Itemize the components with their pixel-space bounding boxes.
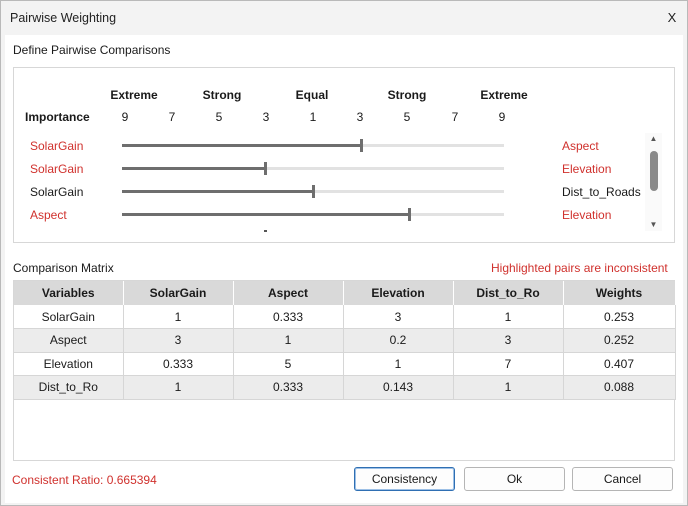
scale-label-equal: Equal — [295, 88, 329, 102]
table-cell[interactable]: SolarGain — [14, 305, 124, 329]
matrix-header-row: Variables SolarGain Aspect Elevation Dis… — [14, 281, 676, 305]
table-cell[interactable]: Elevation — [14, 352, 124, 376]
slider-fill — [122, 167, 266, 170]
table-cell[interactable]: 0.253 — [563, 305, 676, 329]
table-cell[interactable]: 0.333 — [233, 305, 344, 329]
dialog-content: Define Pairwise Comparisons Extreme Stro… — [5, 35, 683, 503]
scale-number: 5 — [403, 110, 411, 124]
scale-number: 7 — [168, 110, 176, 124]
scrollbar-thumb[interactable] — [650, 151, 658, 191]
comparison-slider[interactable] — [122, 162, 504, 175]
table-cell[interactable]: 1 — [343, 352, 454, 376]
scale-label-strong-left: Strong — [202, 88, 242, 102]
table-cell[interactable]: 1 — [453, 305, 564, 329]
table-cell[interactable]: 0.2 — [343, 328, 454, 353]
comparison-right-label: Aspect — [562, 139, 599, 153]
column-header[interactable]: Variables — [14, 281, 124, 305]
table-cell[interactable]: 5 — [233, 352, 344, 376]
comparison-left-label: SolarGain — [30, 162, 84, 176]
table-cell[interactable]: Aspect — [14, 328, 124, 353]
scale-label-strong-right: Strong — [387, 88, 427, 102]
slider-fill — [122, 190, 313, 193]
column-header[interactable]: Weights — [563, 281, 676, 305]
table-cell[interactable]: 0.333 — [123, 352, 234, 376]
comparison-slider[interactable] — [122, 208, 504, 221]
table-row[interactable]: Dist_to_Ro 1 0.333 0.143 1 0.088 — [14, 375, 676, 400]
table-row[interactable]: Elevation 0.333 5 1 7 0.407 — [14, 352, 676, 376]
slider-thumb[interactable] — [407, 208, 411, 221]
importance-label: Importance — [25, 110, 90, 124]
scale-number: 3 — [356, 110, 364, 124]
ok-button[interactable]: Ok — [464, 467, 565, 491]
matrix-section-title: Comparison Matrix — [13, 261, 114, 275]
chevron-up-icon[interactable]: ▲ — [645, 133, 662, 145]
table-cell[interactable]: 3 — [453, 328, 564, 353]
comparison-left-label: Aspect — [30, 208, 67, 222]
column-header[interactable]: SolarGain — [123, 281, 234, 305]
table-cell[interactable]: 0.407 — [563, 352, 676, 376]
table-cell[interactable]: 0.333 — [233, 375, 344, 400]
chevron-down-icon[interactable]: ▼ — [645, 219, 662, 231]
inconsistent-note: Highlighted pairs are inconsistent — [491, 261, 668, 275]
scale-number: 1 — [309, 110, 317, 124]
cancel-button[interactable]: Cancel — [572, 467, 673, 491]
pairwise-weighting-dialog: Pairwise Weighting X Define Pairwise Com… — [0, 0, 688, 506]
slider-fill — [122, 213, 409, 216]
define-section-title: Define Pairwise Comparisons — [13, 43, 171, 57]
scale-number: 3 — [262, 110, 270, 124]
slider-fill — [122, 144, 361, 147]
table-cell[interactable]: 0.252 — [563, 328, 676, 353]
table-cell[interactable]: 1 — [123, 305, 234, 329]
table-cell[interactable]: 0.088 — [563, 375, 676, 400]
column-header[interactable]: Aspect — [233, 281, 344, 305]
column-header[interactable]: Elevation — [343, 281, 454, 305]
scale-number: 5 — [215, 110, 223, 124]
comparison-slider[interactable] — [122, 185, 504, 198]
close-icon[interactable]: X — [661, 7, 683, 29]
comparison-left-label: SolarGain — [30, 139, 84, 153]
comparison-left-label: SolarGain — [30, 185, 84, 199]
table-cell[interactable]: 0.143 — [343, 375, 454, 400]
consistency-ratio: Consistent Ratio: 0.665394 — [12, 473, 157, 487]
slider-thumb[interactable] — [312, 185, 315, 198]
comparison-scrollbar[interactable]: ▲ ▼ — [645, 133, 662, 231]
window-title: Pairwise Weighting — [10, 11, 117, 25]
table-cell[interactable]: 1 — [123, 375, 234, 400]
table-cell[interactable]: 3 — [343, 305, 454, 329]
column-header[interactable]: Dist_to_Ro — [453, 281, 564, 305]
comparison-right-label: Elevation — [562, 162, 612, 176]
comparison-matrix-table: Variables SolarGain Aspect Elevation Dis… — [14, 281, 676, 400]
scale-number: 9 — [121, 110, 129, 124]
table-cell[interactable]: 1 — [453, 375, 564, 400]
table-row[interactable]: Aspect 3 1 0.2 3 0.252 — [14, 328, 676, 353]
comparison-right-label: Elevation — [562, 208, 612, 222]
table-row[interactable]: SolarGain 1 0.333 3 1 0.253 — [14, 305, 676, 329]
consistency-button[interactable]: Consistency — [354, 467, 455, 491]
comparison-matrix-panel: Variables SolarGain Aspect Elevation Dis… — [13, 280, 676, 461]
table-cell[interactable]: 1 — [233, 328, 344, 353]
comparison-slider[interactable] — [122, 139, 504, 152]
title-bar: Pairwise Weighting X — [1, 1, 687, 35]
slider-thumb[interactable] — [359, 139, 363, 152]
scale-number: 7 — [451, 110, 459, 124]
scale-number: 9 — [498, 110, 506, 124]
scale-label-extreme-left: Extreme — [110, 88, 158, 102]
comparison-right-label: Dist_to_Roads — [562, 185, 641, 199]
scale-label-extreme-right: Extreme — [480, 88, 528, 102]
table-cell[interactable]: 3 — [123, 328, 234, 353]
scroll-indicator-mark — [264, 230, 267, 232]
table-cell[interactable]: 7 — [453, 352, 564, 376]
table-cell[interactable]: Dist_to_Ro — [14, 375, 124, 400]
slider-thumb[interactable] — [264, 162, 268, 175]
pairwise-comparison-panel: Extreme Strong Equal Strong Extreme Impo… — [13, 67, 675, 243]
